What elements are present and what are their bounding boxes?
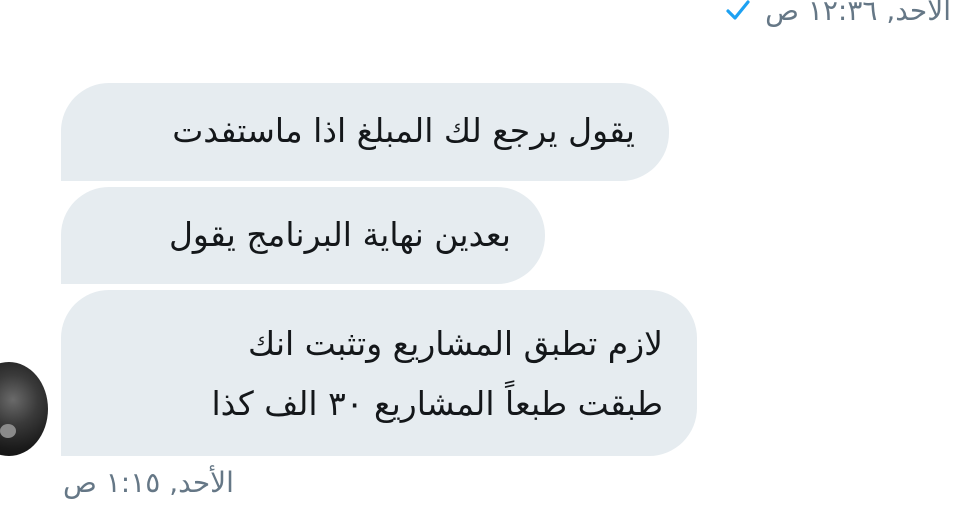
message-group-timestamp: الأحد, ١:١٥ ص — [63, 466, 234, 499]
message-timestamp: الأحد, ١٢:٣٦ ص — [765, 0, 951, 27]
sender-avatar[interactable] — [0, 362, 48, 456]
message-text: يقول يرجع لك المبلغ اذا ماستفدت — [172, 111, 635, 150]
avatar-detail — [0, 424, 16, 438]
message-text-line: لازم تطبق المشاريع وتثبت انك — [248, 324, 663, 363]
message-text: بعدين نهاية البرنامج يقول — [168, 215, 511, 254]
previous-message-meta: الأحد, ١٢:٣٦ ص — [725, 0, 951, 30]
message-bubble[interactable]: يقول يرجع لك المبلغ اذا ماستفدت — [61, 83, 669, 181]
message-text-line: طبقت طبعاً المشاريع ٣٠ الف كذا — [211, 384, 664, 423]
dm-conversation: الأحد, ١٢:٣٦ ص يقول يرجع لك المبلغ اذا م… — [0, 0, 973, 523]
check-icon — [725, 0, 751, 23]
message-bubble[interactable]: لازم تطبق المشاريع وتثبت انك طبقت طبعاً … — [61, 290, 697, 456]
message-bubble[interactable]: بعدين نهاية البرنامج يقول — [61, 187, 545, 284]
